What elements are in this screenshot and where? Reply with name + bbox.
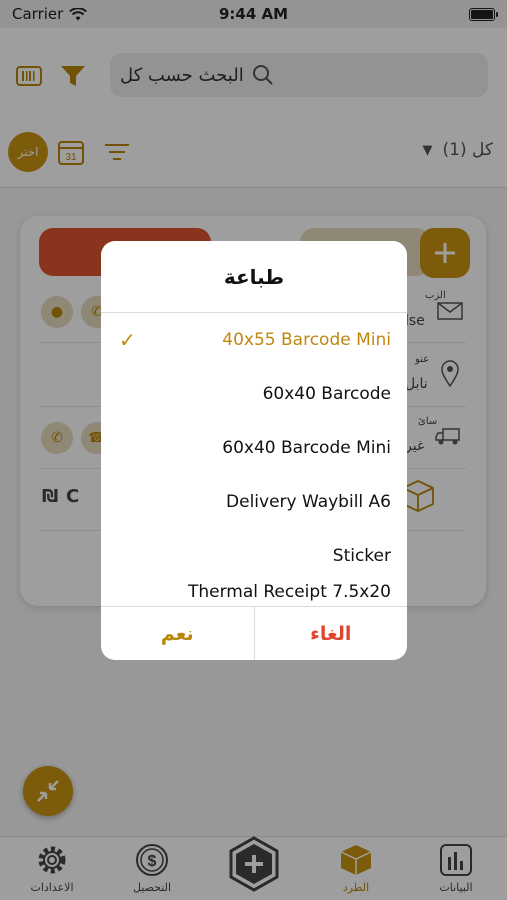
print-option-label: 40x55 Barcode Mini — [222, 330, 391, 350]
print-option-label: 60x40 Barcode Mini — [222, 438, 391, 458]
checkmark-icon: ✓ — [119, 328, 136, 352]
confirm-button[interactable]: نعم — [101, 607, 255, 660]
print-option-thermal-receipt[interactable]: Thermal Receipt 7.5x20 — [101, 565, 407, 606]
print-option-delivery-waybill-a6[interactable]: Delivery Waybill A6 — [101, 475, 407, 529]
cancel-button[interactable]: الغاء — [255, 607, 408, 660]
print-option-label: 60x40 Barcode — [262, 384, 391, 404]
print-option-label: Sticker — [332, 546, 391, 566]
print-dialog: طباعة ✓ 40x55 Barcode Mini 60x40 Barcode… — [101, 241, 407, 660]
print-option-40x55-barcode-mini[interactable]: ✓ 40x55 Barcode Mini — [101, 313, 407, 367]
print-option-60x40-barcode[interactable]: 60x40 Barcode — [101, 367, 407, 421]
dialog-title: طباعة — [101, 241, 407, 313]
print-option-label: Thermal Receipt 7.5x20 — [187, 582, 391, 602]
print-option-60x40-barcode-mini[interactable]: 60x40 Barcode Mini — [101, 421, 407, 475]
print-options-list[interactable]: ✓ 40x55 Barcode Mini 60x40 Barcode 60x40… — [101, 313, 407, 606]
print-option-label: Delivery Waybill A6 — [226, 492, 391, 512]
dialog-actions: نعم الغاء — [101, 606, 407, 660]
